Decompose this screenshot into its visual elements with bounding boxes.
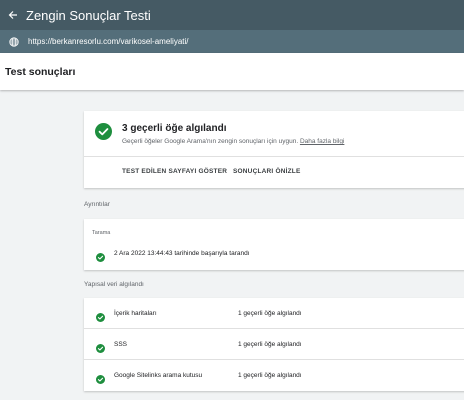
summary-card: 3 geçerli öğe algılandı Geçerli öğeler G…	[84, 111, 464, 188]
tested-url[interactable]: https://berkanresorlu.com/varikosel-amel…	[28, 37, 189, 46]
item-count: 1 geçerli öğe algılandı	[238, 372, 302, 379]
summary-title: 3 geçerli öğe algılandı	[122, 123, 227, 134]
globe-icon	[0, 36, 28, 47]
crawl-title: Tarama	[92, 230, 111, 236]
summary-description: Geçerli öğeler Google Arama'nın zengin s…	[122, 138, 344, 145]
page-title: Test sonuçları	[5, 65, 76, 78]
show-tested-page-button[interactable]: TEST EDİLEN SAYFAYI GÖSTER	[122, 163, 227, 181]
check-circle-icon	[96, 249, 105, 267]
check-circle-icon	[96, 309, 105, 327]
structured-data-label: Yapısal veri algılandı	[84, 281, 144, 288]
item-name: Google Sitelinks arama kutusu	[114, 372, 203, 379]
results-header: Test sonuçları	[0, 53, 464, 90]
structured-data-list: İçerik haritaları 1 geçerli öğe algıland…	[84, 298, 464, 391]
item-count: 1 geçerli öğe algılandı	[238, 341, 302, 348]
check-circle-icon	[96, 371, 105, 389]
back-arrow-icon[interactable]	[0, 0, 26, 30]
divider	[84, 156, 464, 157]
crawl-status: 2 Ara 2022 13:44:43 tarihinde başarıyla …	[114, 250, 250, 257]
crawl-card: Tarama 2 Ara 2022 13:44:43 tarihinde baş…	[84, 219, 464, 270]
item-name: İçerik haritaları	[114, 310, 157, 317]
summary-description-text: Geçerli öğeler Google Arama'nın zengin s…	[122, 138, 299, 145]
check-circle-icon	[95, 123, 112, 145]
item-count: 1 geçerli öğe algılandı	[238, 310, 302, 317]
preview-results-button[interactable]: SONUÇLARI ÖNİZLE	[233, 163, 300, 181]
item-name: SSS	[114, 341, 128, 348]
list-item[interactable]: Google Sitelinks arama kutusu 1 geçerli …	[84, 360, 464, 391]
app-bar: Zengin Sonuçlar Testi	[0, 0, 464, 30]
app-title: Zengin Sonuçlar Testi	[26, 7, 151, 23]
check-circle-icon	[96, 340, 105, 358]
learn-more-link[interactable]: Daha fazla bilgi	[300, 138, 344, 145]
url-bar: https://berkanresorlu.com/varikosel-amel…	[0, 30, 464, 53]
list-item[interactable]: SSS 1 geçerli öğe algılandı	[84, 329, 464, 360]
list-item[interactable]: İçerik haritaları 1 geçerli öğe algıland…	[84, 298, 464, 329]
details-label: Ayrıntılar	[84, 201, 110, 208]
